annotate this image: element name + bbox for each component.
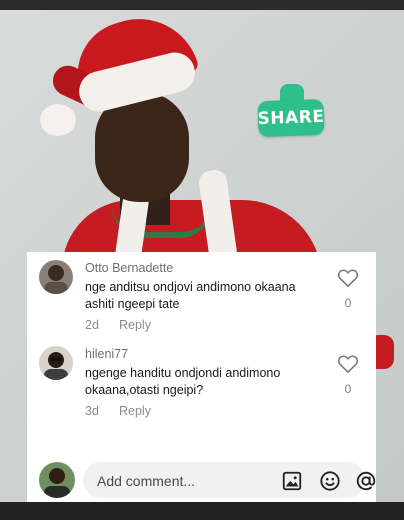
top-status-strip	[0, 0, 404, 10]
comment-input[interactable]	[95, 462, 249, 500]
my-avatar[interactable]	[39, 462, 75, 498]
reply-button[interactable]: Reply	[119, 318, 151, 332]
bottom-strip	[0, 502, 404, 520]
comment-text: ngenge handitu ondjondi andimono okaana,…	[85, 366, 281, 397]
comment-text: nge anditsu ondjovi andimono okaana ashi…	[85, 280, 296, 311]
avatar[interactable]	[39, 260, 73, 294]
comment-input-container[interactable]	[83, 462, 376, 500]
comment-composer	[27, 456, 376, 502]
avatar[interactable]	[39, 346, 73, 380]
emoji-icon[interactable]	[319, 470, 341, 492]
mention-icon[interactable]	[355, 470, 377, 492]
like-count: 0	[344, 382, 352, 396]
like-count: 0	[344, 296, 352, 310]
comment-author[interactable]: Otto Bernadette	[85, 261, 173, 275]
heart-icon[interactable]	[337, 268, 359, 288]
heart-icon[interactable]	[337, 354, 359, 374]
comment-time: 3d	[85, 404, 99, 418]
image-icon[interactable]	[281, 470, 303, 492]
santa-hat-pompom	[40, 104, 76, 136]
share-sticker[interactable]: SHARE	[257, 98, 325, 138]
reply-button[interactable]: Reply	[119, 404, 151, 418]
comment-time: 2d	[85, 318, 99, 332]
comment-author[interactable]: hileni77	[85, 347, 128, 361]
